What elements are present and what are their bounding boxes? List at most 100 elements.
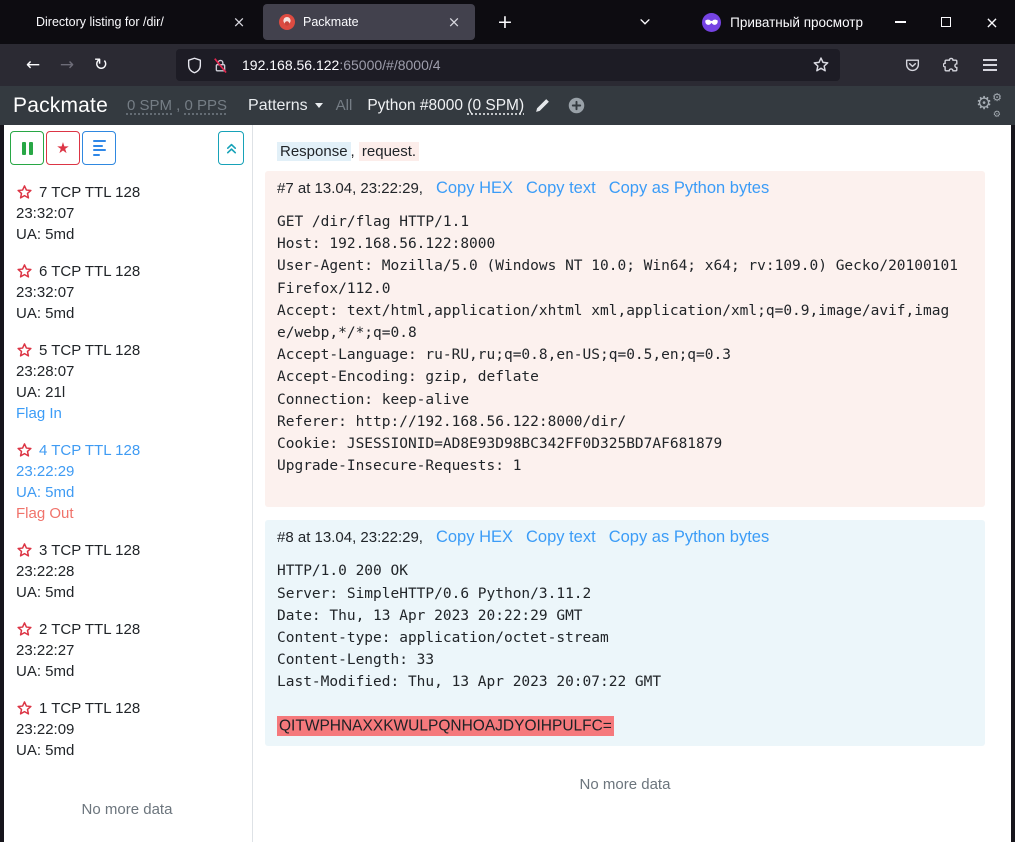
packet-time: 23:22:28	[16, 561, 244, 582]
bookmark-star-icon[interactable]	[812, 56, 830, 74]
scroll-top-button[interactable]	[218, 131, 244, 165]
packet-time: 23:28:07	[16, 361, 244, 382]
packet-id: #7 at 13.04, 23:22:29,	[277, 180, 423, 197]
http-line: Upgrade-Insecure-Requests: 1	[277, 455, 961, 477]
url-text: 192.168.56.122:65000/#/8000/4	[242, 57, 812, 73]
flag-in-link[interactable]: Flag In	[16, 403, 244, 424]
response-packet-block: #8 at 13.04, 23:22:29, Copy HEX Copy tex…	[265, 520, 985, 746]
pause-capture-button[interactable]	[10, 131, 44, 165]
packet-ua: UA: 21l	[16, 382, 244, 403]
http-line: Date: Thu, 13 Apr 2023 20:22:29 GMT	[277, 605, 961, 627]
packet-item-2[interactable]: 2 TCP TTL 128 23:22:27 UA: 5md	[16, 619, 244, 682]
new-tab-button[interactable]: +	[490, 7, 520, 37]
packet-title: 4 TCP TTL 128	[39, 440, 140, 461]
close-tab-icon[interactable]: ×	[228, 11, 250, 33]
packet-item-5[interactable]: 5 TCP TTL 128 23:28:07 UA: 21l Flag In	[16, 340, 244, 424]
packet-detail-pane: Response, request. #7 at 13.04, 23:22:29…	[253, 125, 1011, 842]
legend-response: Response	[277, 142, 351, 161]
packet-item-1[interactable]: 1 TCP TTL 128 23:22:09 UA: 5md	[16, 698, 244, 761]
packet-item-6[interactable]: 6 TCP TTL 128 23:32:07 UA: 5md	[16, 261, 244, 324]
pps-stat: 0 PPS	[185, 97, 228, 114]
chevron-down-icon	[638, 15, 652, 29]
http-line: Server: SimpleHTTP/0.6 Python/3.11.2	[277, 583, 961, 605]
packet-title: 5 TCP TTL 128	[39, 340, 140, 361]
list-all-tabs-button[interactable]	[628, 7, 662, 37]
http-line: Cookie: JSESSIONID=AD8E93D98BC342FF0D325…	[277, 433, 961, 455]
star-outline-icon[interactable]	[16, 263, 33, 280]
list-lines-icon	[93, 140, 106, 156]
url-bar[interactable]: 192.168.56.122:65000/#/8000/4	[176, 49, 840, 81]
favorites-filter-button[interactable]: ★	[46, 131, 80, 165]
star-outline-icon[interactable]	[16, 342, 33, 359]
star-outline-icon[interactable]	[16, 621, 33, 638]
packet-item-7[interactable]: 7 TCP TTL 128 23:32:07 UA: 5md	[16, 182, 244, 245]
blank-line	[277, 694, 961, 716]
shield-icon[interactable]	[186, 57, 203, 74]
star-outline-icon[interactable]	[16, 542, 33, 559]
gear-icon-small: ⚙	[992, 92, 1002, 103]
app-brand[interactable]: Packmate	[13, 94, 108, 118]
packet-title: 1 TCP TTL 128	[39, 698, 140, 719]
tab-packmate[interactable]: Packmate ×	[263, 4, 475, 40]
patterns-dropdown[interactable]: Patterns	[248, 97, 323, 115]
tab-title: Packmate	[303, 15, 443, 29]
packet-sidebar: ★ 7 TCP TTL 128 23:32:07 UA: 5md 6 TCP T…	[4, 125, 253, 842]
settings-button[interactable]: ⚙ ⚙ ⚙	[976, 94, 1002, 118]
insecure-lock-icon[interactable]	[212, 57, 229, 74]
traffic-stats: 0 SPM , 0 PPS	[127, 97, 227, 114]
packet-ua: UA: 5md	[16, 224, 244, 245]
sidebar-no-more-data: No more data	[10, 801, 244, 818]
copy-python-link[interactable]: Copy as Python bytes	[609, 179, 770, 198]
text-view-button[interactable]	[82, 131, 116, 165]
private-mask-icon	[702, 13, 721, 32]
packet-list: 7 TCP TTL 128 23:32:07 UA: 5md 6 TCP TTL…	[10, 182, 244, 777]
menu-button[interactable]	[973, 50, 1007, 80]
private-browsing-badge: Приватный просмотр	[702, 13, 863, 32]
packmate-header: Packmate 0 SPM , 0 PPS Patterns All Pyth…	[0, 86, 1015, 125]
packet-item-3[interactable]: 3 TCP TTL 128 23:22:28 UA: 5md	[16, 540, 244, 603]
sidebar-toolbar: ★	[10, 131, 244, 165]
packet-item-4-selected[interactable]: 4 TCP TTL 128 23:22:29 UA: 5md Flag Out	[16, 440, 244, 524]
star-outline-icon[interactable]	[16, 700, 33, 717]
reload-button[interactable]: ↻	[84, 50, 118, 80]
packet-title: 7 TCP TTL 128	[39, 182, 140, 203]
http-line: Host: 192.168.56.122:8000	[277, 233, 961, 255]
flag-out-link[interactable]: Flag Out	[16, 503, 244, 524]
forward-button[interactable]: →	[50, 50, 84, 80]
back-button[interactable]: ←	[16, 50, 50, 80]
copy-text-link[interactable]: Copy text	[526, 528, 596, 547]
window-close-button[interactable]: ×	[969, 0, 1015, 44]
add-service-button[interactable]	[568, 97, 585, 114]
packet-title: 3 TCP TTL 128	[39, 540, 140, 561]
packet-time: 23:32:07	[16, 203, 244, 224]
copy-hex-link[interactable]: Copy HEX	[436, 179, 513, 198]
packet-time: 23:22:09	[16, 719, 244, 740]
packet-id: #8 at 13.04, 23:22:29,	[277, 529, 423, 546]
http-line: Content-Length: 33	[277, 649, 961, 671]
pocket-button[interactable]	[895, 50, 929, 80]
edit-service-button[interactable]	[534, 97, 551, 114]
service-tab[interactable]: Python #8000 (0 SPM)	[367, 97, 524, 115]
request-packet-block: #7 at 13.04, 23:22:29, Copy HEX Copy tex…	[265, 171, 985, 507]
star-outline-icon[interactable]	[16, 184, 33, 201]
packet-title: 6 TCP TTL 128	[39, 261, 140, 282]
window-minimize-button[interactable]	[877, 0, 923, 44]
extensions-button[interactable]	[934, 50, 968, 80]
packet-ua: UA: 5md	[16, 740, 244, 761]
packet-time: 23:22:27	[16, 640, 244, 661]
star-outline-icon[interactable]	[16, 442, 33, 459]
pencil-icon	[534, 97, 551, 114]
http-line: Connection: keep-alive	[277, 389, 961, 411]
copy-python-link[interactable]: Copy as Python bytes	[609, 528, 770, 547]
filter-all[interactable]: All	[336, 97, 353, 114]
packet-ua: UA: 5md	[16, 303, 244, 324]
copy-text-link[interactable]: Copy text	[526, 179, 596, 198]
pause-icon	[22, 142, 33, 155]
browser-toolbar: ← → ↻ 192.168.56.122:65000/#/8000/4	[0, 44, 1015, 86]
double-chevron-up-icon	[224, 140, 239, 156]
gear-icon: ⚙	[976, 95, 992, 113]
close-tab-icon[interactable]: ×	[443, 11, 465, 33]
window-maximize-button[interactable]	[923, 0, 969, 44]
tab-directory-listing[interactable]: Directory listing for /dir/ ×	[20, 4, 260, 40]
copy-hex-link[interactable]: Copy HEX	[436, 528, 513, 547]
